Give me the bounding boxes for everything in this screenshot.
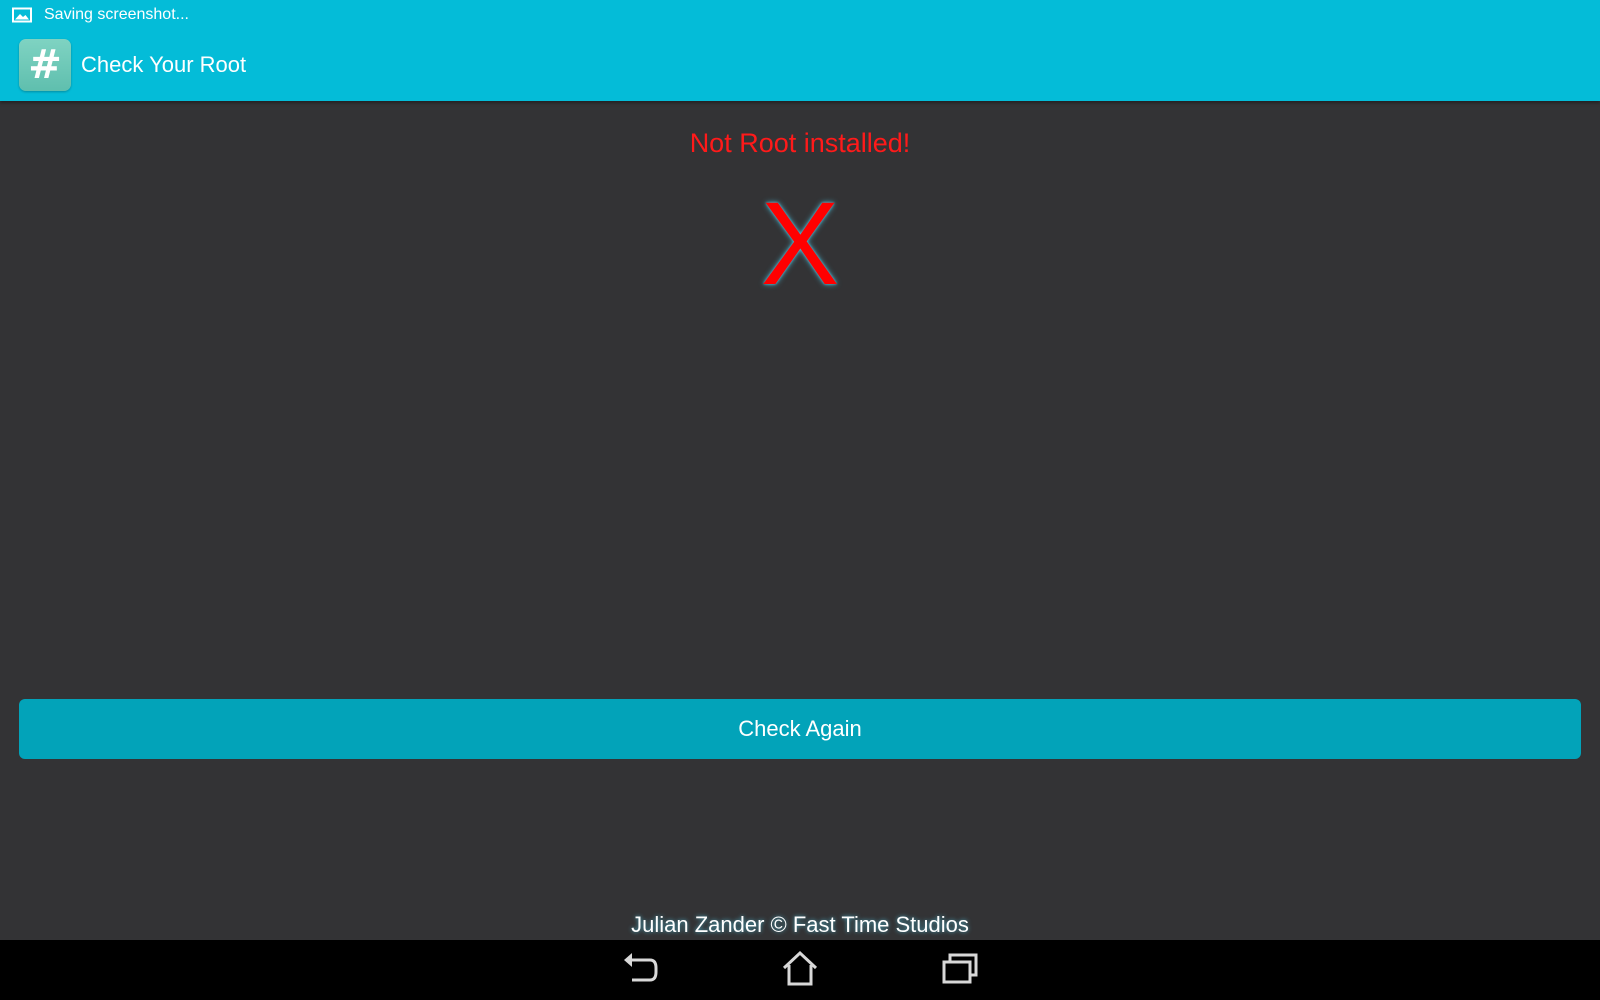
recent-apps-button[interactable] xyxy=(938,948,982,992)
credit-text: Julian Zander © Fast Time Studios xyxy=(631,912,969,937)
home-icon xyxy=(780,950,820,991)
action-bar: # Check Your Root xyxy=(19,39,246,91)
check-again-button[interactable]: Check Again xyxy=(19,699,1581,759)
not-rooted-mark: X xyxy=(760,178,840,310)
app-root: Saving screenshot... # Check Your Root N… xyxy=(0,0,1600,1000)
notification-row[interactable]: Saving screenshot... xyxy=(12,4,189,26)
app-title: Check Your Root xyxy=(81,52,247,77)
top-bar: Saving screenshot... # Check Your Root xyxy=(0,0,1600,101)
back-icon xyxy=(620,950,660,991)
hash-icon[interactable]: # xyxy=(19,39,71,91)
navigation-bar xyxy=(0,940,1600,1000)
recent-apps-icon xyxy=(940,950,980,991)
notification-text: Saving screenshot... xyxy=(44,6,189,23)
home-button[interactable] xyxy=(778,948,822,992)
back-button[interactable] xyxy=(618,948,662,992)
image-icon xyxy=(12,7,32,23)
root-status-message: Not Root installed! xyxy=(689,128,911,158)
